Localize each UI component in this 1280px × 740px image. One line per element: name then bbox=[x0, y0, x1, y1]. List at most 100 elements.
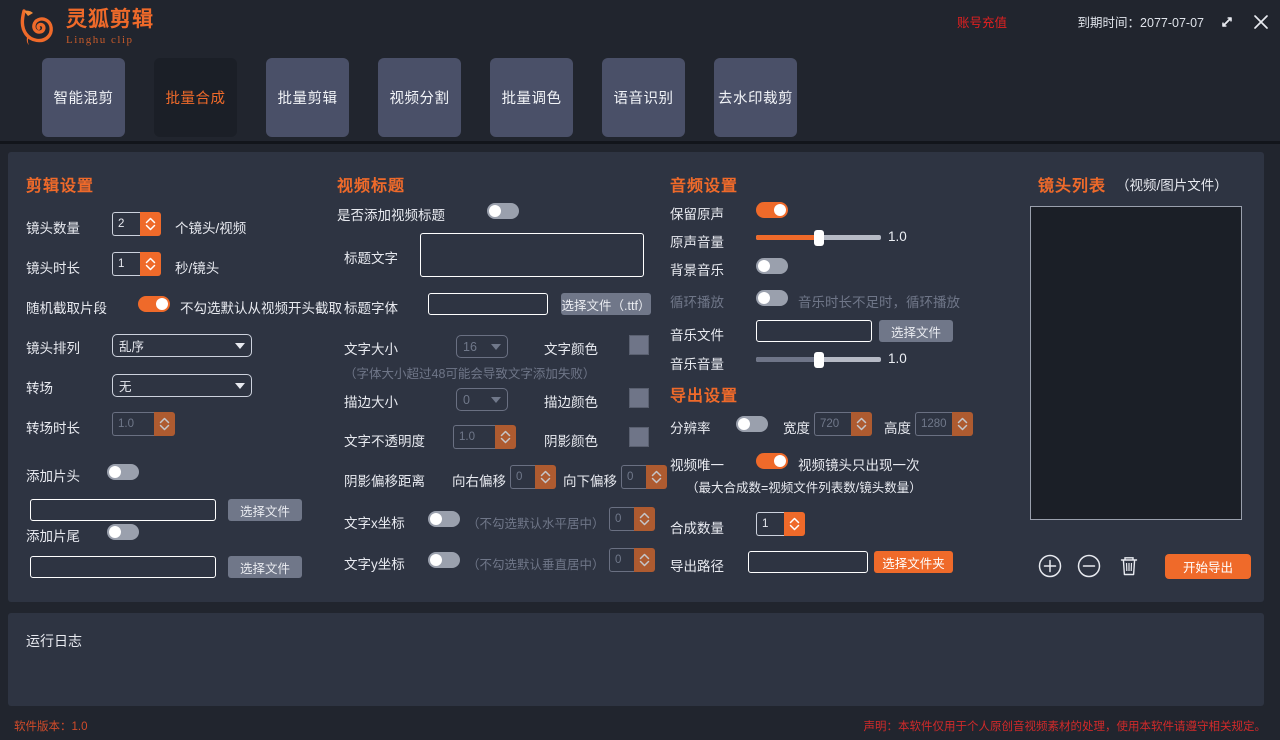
text-opacity-value[interactable]: 1.0 bbox=[453, 425, 495, 449]
font-size-select[interactable]: 16 bbox=[456, 335, 508, 358]
random-clip-toggle[interactable] bbox=[138, 296, 170, 312]
tab-batch-clip[interactable]: 批量剪辑 bbox=[266, 58, 349, 137]
text-x-stepper-buttons[interactable] bbox=[634, 507, 655, 531]
outro-browse-button[interactable]: 选择文件 bbox=[228, 556, 302, 578]
transition-duration-stepper-buttons[interactable] bbox=[154, 412, 175, 436]
text-opacity-stepper[interactable]: 1.0 bbox=[453, 425, 516, 449]
resolution-toggle[interactable] bbox=[736, 416, 768, 432]
title-font-browse-button[interactable]: 选择文件（.ttf） bbox=[561, 293, 651, 315]
tab-speech-recognition[interactable]: 语音识别 bbox=[602, 58, 685, 137]
text-y-stepper[interactable]: 0 bbox=[609, 548, 655, 572]
stroke-color-swatch[interactable] bbox=[629, 388, 649, 408]
outro-path-input[interactable] bbox=[30, 556, 216, 578]
title-font-input[interactable] bbox=[428, 293, 548, 315]
intro-path-input[interactable] bbox=[30, 499, 216, 521]
stroke-size-label: 描边大小 bbox=[344, 391, 398, 411]
title-text-input[interactable] bbox=[420, 233, 644, 277]
text-x-value[interactable]: 0 bbox=[609, 507, 634, 531]
compose-count-stepper-buttons[interactable] bbox=[784, 512, 805, 536]
minimize-button[interactable] bbox=[1212, 7, 1242, 37]
add-intro-label: 添加片头 bbox=[26, 465, 80, 485]
original-volume-slider[interactable] bbox=[756, 229, 881, 247]
offset-right-stepper[interactable]: 0 bbox=[510, 465, 556, 489]
offset-right-value[interactable]: 0 bbox=[510, 465, 535, 489]
app-logo: 灵狐剪辑 Linghu clip bbox=[18, 5, 154, 47]
width-stepper-buttons[interactable] bbox=[851, 412, 872, 436]
font-color-label: 文字颜色 bbox=[544, 338, 598, 358]
intro-browse-button[interactable]: 选择文件 bbox=[228, 499, 302, 521]
shot-duration-stepper[interactable]: 1 bbox=[112, 252, 161, 276]
font-color-swatch[interactable] bbox=[629, 335, 649, 355]
shot-duration-value[interactable]: 1 bbox=[112, 252, 140, 276]
add-shot-button[interactable] bbox=[1037, 553, 1063, 579]
width-stepper[interactable]: 720 bbox=[814, 412, 872, 436]
keep-original-toggle[interactable] bbox=[756, 202, 788, 218]
tab-batch-color[interactable]: 批量调色 bbox=[490, 58, 573, 137]
stroke-color-label: 描边颜色 bbox=[544, 391, 598, 411]
close-button[interactable] bbox=[1246, 7, 1276, 37]
add-title-label: 是否添加视频标题 bbox=[337, 204, 445, 224]
loop-play-toggle[interactable] bbox=[756, 290, 788, 306]
text-y-value[interactable]: 0 bbox=[609, 548, 634, 572]
run-log-panel[interactable]: 运行日志 bbox=[8, 613, 1264, 706]
text-opacity-stepper-buttons[interactable] bbox=[495, 425, 516, 449]
resolution-label: 分辨率 bbox=[670, 417, 711, 437]
bgm-toggle[interactable] bbox=[756, 258, 788, 274]
tab-watermark-crop[interactable]: 去水印裁剪 bbox=[714, 58, 797, 137]
tab-batch-compose[interactable]: 批量合成 bbox=[154, 58, 237, 137]
music-file-input[interactable] bbox=[756, 320, 872, 342]
shot-count-stepper-buttons[interactable] bbox=[140, 212, 161, 236]
height-stepper[interactable]: 1280 bbox=[915, 412, 973, 436]
text-y-hint: （不勾选默认垂直居中） bbox=[467, 554, 605, 573]
export-settings-title: 导出设置 bbox=[670, 382, 738, 406]
shadow-color-swatch[interactable] bbox=[629, 427, 649, 447]
loop-play-hint: 音乐时长不足时，循环播放 bbox=[798, 291, 960, 311]
offset-right-stepper-buttons[interactable] bbox=[535, 465, 556, 489]
shot-duration-stepper-buttons[interactable] bbox=[140, 252, 161, 276]
height-label: 高度 bbox=[884, 417, 911, 437]
stroke-size-select[interactable]: 0 bbox=[456, 388, 508, 411]
tab-smart-mix[interactable]: 智能混剪 bbox=[42, 58, 125, 137]
export-path-input[interactable] bbox=[748, 551, 868, 573]
run-log-title: 运行日志 bbox=[26, 631, 82, 651]
video-unique-toggle[interactable] bbox=[756, 453, 788, 469]
add-title-toggle[interactable] bbox=[487, 203, 519, 219]
remove-shot-button[interactable] bbox=[1076, 553, 1102, 579]
audio-settings-title: 音频设置 bbox=[670, 172, 738, 196]
shot-list-box[interactable] bbox=[1030, 206, 1242, 520]
text-y-toggle[interactable] bbox=[428, 552, 460, 568]
text-x-toggle[interactable] bbox=[428, 511, 460, 527]
shot-order-select[interactable]: 乱序 bbox=[112, 334, 252, 357]
text-y-stepper-buttons[interactable] bbox=[634, 548, 655, 572]
shot-list-title: 镜头列表 bbox=[1038, 172, 1106, 196]
start-export-button[interactable]: 开始导出 bbox=[1165, 554, 1251, 579]
text-x-stepper[interactable]: 0 bbox=[609, 507, 655, 531]
shadow-offset-label: 阴影偏移距离 bbox=[344, 470, 425, 490]
clear-shots-button[interactable] bbox=[1116, 553, 1142, 579]
header-divider bbox=[0, 141, 1280, 144]
transition-select[interactable]: 无 bbox=[112, 374, 252, 397]
transition-duration-stepper[interactable]: 1.0 bbox=[112, 412, 175, 436]
add-outro-toggle[interactable] bbox=[107, 524, 139, 540]
shot-count-stepper[interactable]: 2 bbox=[112, 212, 161, 236]
offset-down-value[interactable]: 0 bbox=[621, 465, 646, 489]
compose-count-stepper[interactable]: 1 bbox=[756, 512, 805, 536]
export-path-browse-button[interactable]: 选择文件夹 bbox=[874, 551, 953, 573]
offset-down-stepper-buttons[interactable] bbox=[646, 465, 667, 489]
tab-video-split[interactable]: 视频分割 bbox=[378, 58, 461, 137]
shot-count-unit: 个镜头/视频 bbox=[175, 217, 246, 237]
recharge-link[interactable]: 账号充值 bbox=[957, 12, 1007, 31]
title-font-label: 标题字体 bbox=[344, 297, 398, 317]
music-file-browse-button[interactable]: 选择文件 bbox=[879, 320, 953, 342]
width-value[interactable]: 720 bbox=[814, 412, 851, 436]
video-unique-label: 视频唯一 bbox=[670, 454, 724, 474]
export-path-label: 导出路径 bbox=[670, 555, 724, 575]
offset-down-stepper[interactable]: 0 bbox=[621, 465, 667, 489]
shot-count-value[interactable]: 2 bbox=[112, 212, 140, 236]
transition-duration-value[interactable]: 1.0 bbox=[112, 412, 154, 436]
height-stepper-buttons[interactable] bbox=[952, 412, 973, 436]
add-intro-toggle[interactable] bbox=[107, 464, 139, 480]
height-value[interactable]: 1280 bbox=[915, 412, 952, 436]
music-volume-slider[interactable] bbox=[756, 351, 881, 369]
compose-count-value[interactable]: 1 bbox=[756, 512, 784, 536]
